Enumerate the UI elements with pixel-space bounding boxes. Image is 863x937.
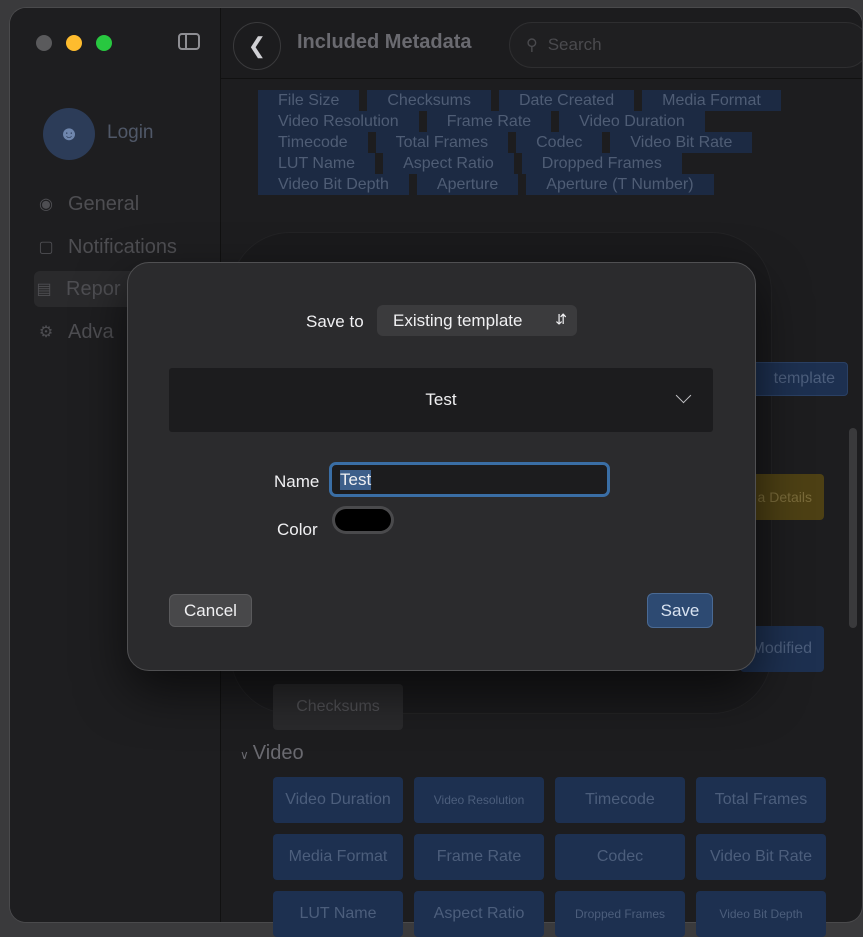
checksums-chip[interactable]: Checksums <box>273 684 403 730</box>
save-to-value: Existing template <box>393 310 523 330</box>
scrollbar[interactable] <box>849 428 857 628</box>
included-metadata-list: File Size Checksums Date Created Media F… <box>248 90 838 195</box>
metadata-tag[interactable]: LUT Name <box>258 153 376 174</box>
color-swatch <box>335 509 391 531</box>
metadata-chip[interactable]: LUT Name <box>273 891 403 937</box>
metadata-chip[interactable]: Timecode <box>555 777 685 823</box>
metadata-tag[interactable]: Video Resolution <box>258 111 419 132</box>
cancel-button[interactable]: Cancel <box>169 594 252 627</box>
search-placeholder: Search <box>547 35 602 54</box>
metadata-chip[interactable]: Video Resolution <box>414 777 544 823</box>
metadata-tag[interactable]: Video Bit Depth <box>258 174 409 195</box>
save-to-select[interactable]: Existing template ⇵ <box>377 305 577 336</box>
minimize-window-button[interactable] <box>66 35 82 51</box>
metadata-tag[interactable]: Aperture (T Number) <box>526 174 714 195</box>
metadata-chip[interactable]: Codec <box>555 834 685 880</box>
close-window-button[interactable] <box>36 35 52 51</box>
sidebar-item-label: General <box>68 192 140 215</box>
sidebar-item-label: Notifications <box>68 235 177 258</box>
metadata-tag[interactable]: Video Duration <box>559 111 705 132</box>
save-to-label: Save to <box>306 312 364 331</box>
back-button[interactable]: ❮ <box>233 22 281 70</box>
chevron-down-icon: ∨ <box>240 748 249 762</box>
sidebar-item-label: Repor <box>66 277 121 300</box>
tag-row: LUT Name Aspect Ratio Dropped Frames <box>248 153 838 174</box>
template-selected: Test <box>425 390 457 409</box>
gauge-icon: ◉ <box>39 196 53 213</box>
sidebar-item-label: Adva <box>68 320 114 343</box>
save-as-template-button[interactable]: template <box>740 362 848 396</box>
metadata-tag[interactable]: Timecode <box>258 132 368 153</box>
tag-row: Timecode Total Frames Codec Video Bit Ra… <box>248 132 838 153</box>
search-icon: ⚲ <box>526 37 538 54</box>
login-label[interactable]: Login <box>107 122 154 144</box>
metadata-chip[interactable]: Dropped Frames <box>555 891 685 937</box>
save-button[interactable]: Save <box>647 593 713 628</box>
section-title: Video <box>252 742 304 764</box>
chevron-up-down-icon: ⇵ <box>555 311 567 327</box>
avatar[interactable]: ☻ <box>43 108 95 160</box>
metadata-chip[interactable]: Video Bit Depth <box>696 891 826 937</box>
color-well[interactable] <box>332 506 394 534</box>
sidebar-item-general[interactable]: ◉ General <box>36 186 212 222</box>
metadata-chip[interactable]: Media Format <box>273 834 403 880</box>
person-icon: ☻ <box>58 122 80 145</box>
name-field[interactable] <box>329 462 610 497</box>
gears-icon: ⚙ <box>38 324 54 341</box>
template-dropdown[interactable]: Test <box>169 368 713 432</box>
chevron-down-icon <box>675 387 692 404</box>
metadata-tag[interactable]: Checksums <box>367 90 491 111</box>
toolbar: ❮ Included Metadata ⚲ Search <box>221 8 862 79</box>
video-section-header[interactable]: ∨ Video <box>240 742 304 765</box>
save-template-dialog: Save to Existing template ⇵ Test Name Co… <box>127 262 756 671</box>
metadata-tag[interactable]: Dropped Frames <box>521 153 682 174</box>
metadata-chip[interactable]: Frame Rate <box>414 834 544 880</box>
tag-row: Video Bit Depth Aperture Aperture (T Num… <box>248 174 838 195</box>
metadata-tag[interactable]: Codec <box>516 132 603 153</box>
metadata-tag[interactable]: Aspect Ratio <box>383 153 514 174</box>
metadata-chip[interactable]: Aspect Ratio <box>414 891 544 937</box>
metadata-tag[interactable]: Media Format <box>642 90 781 111</box>
metadata-chip[interactable]: Video Bit Rate <box>696 834 826 880</box>
color-label: Color <box>277 520 318 539</box>
sidebar-item-notifications[interactable]: ▢ Notifications <box>36 229 212 265</box>
metadata-chip[interactable]: Video Duration <box>273 777 403 823</box>
metadata-tag[interactable]: Total Frames <box>375 132 509 153</box>
metadata-chip[interactable]: Total Frames <box>696 777 826 823</box>
tag-row: File Size Checksums Date Created Media F… <box>248 90 838 111</box>
maximize-window-button[interactable] <box>96 35 112 51</box>
sidebar-toggle-icon[interactable] <box>178 33 200 50</box>
page-title: Included Metadata <box>297 31 472 53</box>
name-label: Name <box>274 472 320 491</box>
search-input[interactable]: ⚲ Search <box>509 22 862 68</box>
tag-row: Video Resolution Frame Rate Video Durati… <box>248 111 838 132</box>
metadata-tag[interactable]: Date Created <box>498 90 635 111</box>
chevron-left-icon: ❮ <box>247 33 267 58</box>
metadata-tag[interactable]: Frame Rate <box>426 111 552 132</box>
document-icon: ▤ <box>36 281 52 298</box>
metadata-tag[interactable]: Aperture <box>416 174 519 195</box>
bell-badge-icon: ▢ <box>38 239 54 256</box>
metadata-tag[interactable]: Video Bit Rate <box>610 132 753 153</box>
metadata-tag[interactable]: File Size <box>258 90 360 111</box>
